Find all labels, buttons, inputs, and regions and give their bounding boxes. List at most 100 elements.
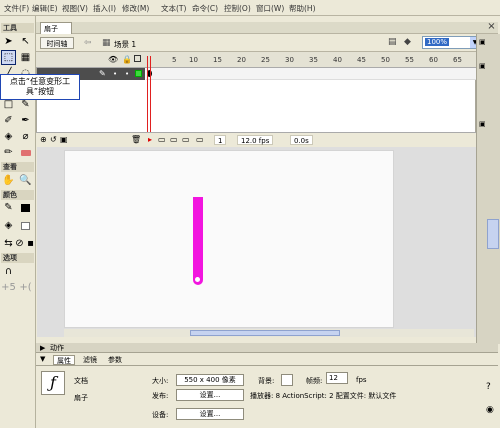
frame-number: 65	[453, 56, 462, 64]
smooth-icon[interactable]: +5	[1, 280, 16, 295]
timeline-button[interactable]: 时间轴	[40, 37, 74, 49]
lock-icon[interactable]: 🔒	[122, 55, 132, 64]
fill-swatch-icon[interactable]	[18, 218, 33, 233]
doc-type-label: 文档	[74, 377, 88, 385]
frame-number: 5	[172, 56, 177, 64]
eyedropper-tool-icon[interactable]: ⌀	[18, 129, 33, 144]
colors-section-label: 颜色	[1, 190, 34, 200]
fill-color-icon[interactable]: ◈	[1, 218, 16, 233]
eraser-tool-icon[interactable]	[18, 145, 33, 160]
layer-visible-dot[interactable]: •	[113, 70, 117, 78]
brush-tool-icon[interactable]: ✐	[1, 113, 16, 128]
back-arrow-icon[interactable]: ⇦	[84, 38, 92, 48]
menu-window[interactable]: 窗口(W)	[256, 3, 284, 14]
subselect-tool-icon[interactable]: ↖	[18, 34, 33, 49]
hand-tool-icon[interactable]: ✋	[1, 173, 16, 188]
document-toolbar: 时间轴 ⇦ ▦ 场景 1 ▤ ◆ 100% ▼	[36, 34, 498, 52]
menu-help[interactable]: 帮助(H)	[289, 3, 316, 14]
insert-folder-icon[interactable]: ▣	[60, 135, 68, 144]
frame-number: 30	[285, 56, 294, 64]
background-color-swatch[interactable]	[281, 374, 293, 386]
layer-outline-swatch[interactable]	[135, 70, 142, 77]
default-colors-icon[interactable]: ▪	[23, 236, 38, 251]
layer-lock-dot[interactable]: •	[125, 70, 129, 78]
edit-scene-icon[interactable]: ▤	[388, 37, 397, 47]
free-transform-tool-icon[interactable]: ⬚	[1, 50, 16, 65]
edit-multiple-icon[interactable]: ▭	[182, 135, 190, 144]
zoom-tool-icon[interactable]: 🔍	[18, 173, 33, 188]
stroke-color-icon[interactable]: ✎	[1, 200, 16, 215]
stroke-swatch-icon[interactable]	[18, 200, 33, 215]
menu-bar: 文件(F) 编辑(E) 视图(V) 插入(I) 修改(M) 文本(T) 命令(C…	[0, 0, 500, 16]
frame-number: 20	[237, 56, 246, 64]
fan-blade-shape[interactable]	[193, 197, 203, 285]
device-settings-button[interactable]: 设置...	[176, 408, 244, 420]
fps-label: 帧频:	[306, 377, 323, 385]
expand-icon[interactable]: ◉	[486, 405, 494, 415]
frame-number: 60	[429, 56, 438, 64]
panel-icon[interactable]: ▣	[479, 38, 486, 46]
ink-bottle-tool-icon[interactable]: ✒	[18, 113, 33, 128]
menu-edit[interactable]: 编辑(E)	[32, 3, 58, 14]
menu-view[interactable]: 视图(V)	[62, 3, 88, 14]
view-section-label: 查看	[1, 162, 34, 172]
close-icon[interactable]: ×	[486, 22, 497, 33]
panel-icon[interactable]: ▣	[479, 62, 486, 70]
menu-file[interactable]: 文件(F)	[4, 3, 29, 14]
menu-commands[interactable]: 命令(C)	[192, 3, 218, 14]
fps-unit: fps	[356, 376, 367, 384]
onion-outline-icon[interactable]: ▭	[170, 135, 178, 144]
expand-triangle-icon: ▶	[40, 344, 46, 352]
snap-magnet-icon[interactable]: ∩	[1, 264, 16, 279]
frame-number: 45	[357, 56, 366, 64]
document-tab-bar	[36, 22, 498, 34]
stage-canvas[interactable]	[64, 150, 394, 328]
insert-layer-icon[interactable]: ⊕	[40, 135, 47, 144]
device-label: 设备:	[152, 411, 169, 419]
fill-transform-tool-icon[interactable]: ▦	[18, 50, 33, 65]
fps-field[interactable]: 12	[326, 372, 348, 384]
menu-text[interactable]: 文本(T)	[161, 3, 186, 14]
scene-label: 场景 1	[114, 40, 137, 49]
straighten-icon[interactable]: +(	[18, 280, 33, 295]
menu-modify[interactable]: 修改(M)	[122, 3, 149, 14]
tab-properties[interactable]: 属性	[53, 355, 75, 365]
frame-number: 40	[333, 56, 342, 64]
paint-bucket-tool-icon[interactable]: ◈	[1, 129, 16, 144]
tab-filters[interactable]: 滤镜	[80, 355, 100, 365]
layer-frames[interactable]	[146, 68, 476, 80]
menu-control[interactable]: 控制(O)	[224, 3, 251, 14]
frame-number: 15	[213, 56, 222, 64]
edit-symbol-icon[interactable]: ◆	[404, 37, 411, 47]
vertical-scrollbar[interactable]	[487, 219, 499, 249]
eyedropper2-tool-icon[interactable]: ✏	[1, 145, 16, 160]
onion-skin-icon[interactable]: ▭	[158, 135, 166, 144]
background-label: 背景:	[258, 377, 275, 385]
document-tab[interactable]: 扇子	[40, 22, 72, 34]
eye-icon[interactable]: 👁	[108, 55, 118, 64]
arrow-tool-icon[interactable]: ➤	[1, 34, 16, 49]
add-guide-icon[interactable]: ↺	[50, 135, 57, 144]
elapsed-time: 0.0s	[290, 135, 313, 145]
outline-icon[interactable]	[134, 55, 141, 62]
zoom-value: 100%	[425, 38, 450, 46]
panel-icon[interactable]: ▣	[479, 120, 486, 128]
help-icon[interactable]: ?	[486, 382, 491, 392]
zoom-select[interactable]: 100% ▼	[422, 36, 482, 49]
size-button[interactable]: 550 x 400 像素	[176, 374, 244, 386]
frame-number: 10	[189, 56, 198, 64]
frame-number: 35	[309, 56, 318, 64]
horizontal-scroll-thumb[interactable]	[190, 330, 340, 336]
right-side-panel: ▣ ▣ ▣	[476, 34, 500, 344]
center-frame-icon[interactable]: ▸	[148, 135, 152, 144]
publish-settings-button[interactable]: 设置...	[176, 389, 244, 401]
frame-number: 25	[261, 56, 270, 64]
tab-parameters[interactable]: 参数	[105, 355, 125, 365]
frame-number: 50	[381, 56, 390, 64]
modify-markers-icon[interactable]: ▭	[196, 135, 204, 144]
actions-panel-header[interactable]: ▶ 动作	[36, 343, 498, 353]
publish-label: 发布:	[152, 392, 169, 400]
menu-insert[interactable]: 插入(I)	[93, 3, 116, 14]
delete-layer-icon[interactable]: 🗑	[131, 135, 141, 144]
pivot-hole	[195, 277, 200, 282]
